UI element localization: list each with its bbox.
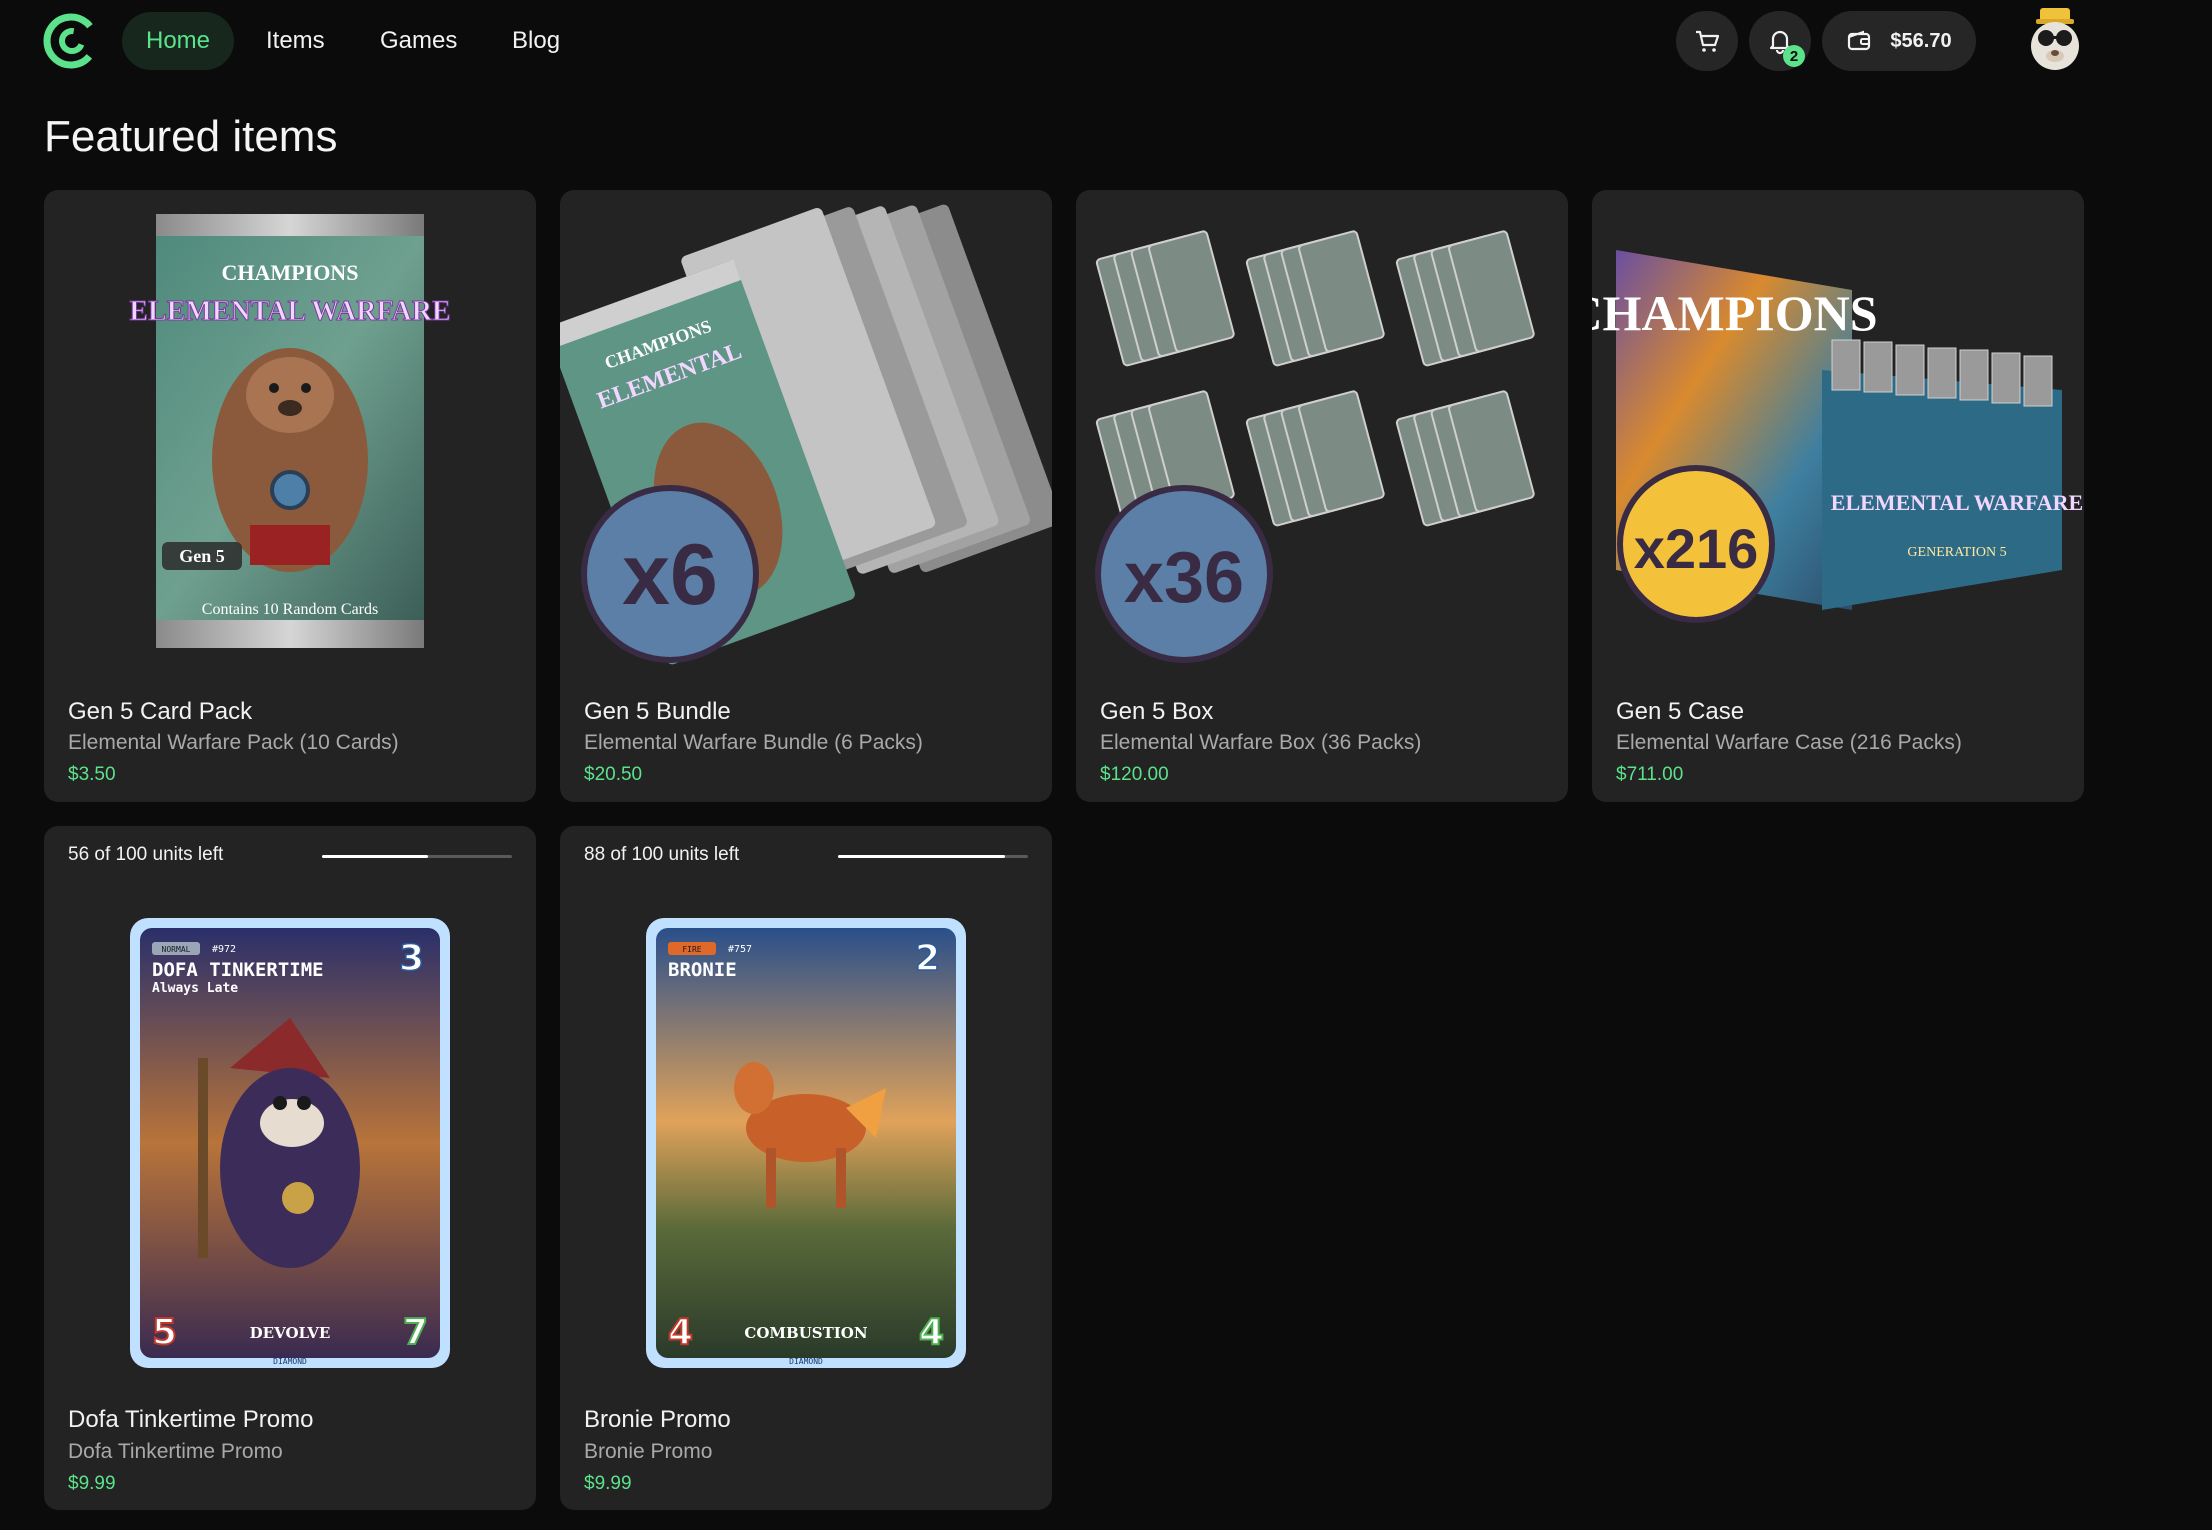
card-ability: COMBUSTION bbox=[744, 1324, 867, 1342]
notifications-button[interactable]: 2 bbox=[1749, 11, 1811, 71]
product-subtitle: Elemental Warfare Box (36 Packs) bbox=[1100, 731, 1422, 754]
box-image: x36 bbox=[1095, 230, 1535, 663]
card-health: 7 bbox=[403, 1312, 428, 1353]
case-title-text: ELEMENTAL WARFARE bbox=[1831, 490, 2083, 515]
product-price: $120.00 bbox=[1100, 764, 1169, 785]
stock-progress-bar bbox=[838, 855, 1028, 858]
card-title: DOFA TINKERTIME bbox=[152, 959, 324, 981]
nav-items[interactable]: Items bbox=[242, 12, 349, 70]
product-subtitle: Bronie Promo bbox=[584, 1440, 713, 1463]
brand-logo-icon[interactable] bbox=[42, 12, 100, 70]
product-price: $9.99 bbox=[68, 1473, 116, 1494]
product-name[interactable]: Gen 5 Box bbox=[1100, 698, 1213, 726]
cart-icon bbox=[1696, 30, 1720, 52]
promo-card-art: FIRE #757 BRONIE 2 4 COMBUSTION 4 DIAMON… bbox=[646, 918, 966, 1368]
product-price: $711.00 bbox=[1616, 764, 1684, 785]
page-title: Featured items bbox=[44, 112, 338, 161]
case-brand-text: CHAMPIONS bbox=[1592, 285, 1878, 341]
product-price: $9.99 bbox=[584, 1473, 632, 1494]
card-title: BRONIE bbox=[668, 959, 737, 981]
wallet-icon bbox=[1848, 30, 1871, 51]
user-avatar[interactable] bbox=[2020, 4, 2090, 74]
card-tagline: Always Late bbox=[152, 981, 238, 996]
pack-gen-text: Gen 5 bbox=[179, 546, 225, 566]
card-type-tag: NORMAL bbox=[162, 945, 191, 954]
pack-title-text: ELEMENTAL WARFARE bbox=[129, 296, 450, 327]
stock-remaining-label: 56 of 100 units left bbox=[68, 844, 224, 865]
promo-card-bronie[interactable]: 88 of 100 units left FIRE #757 BRONIE 2 … bbox=[560, 826, 1052, 1510]
cart-button[interactable] bbox=[1676, 11, 1738, 71]
card-number: #972 bbox=[212, 944, 236, 955]
stock-progress-fill bbox=[322, 855, 429, 858]
bundle-multiplier-badge: x6 bbox=[622, 527, 718, 623]
product-subtitle: Elemental Warfare Bundle (6 Packs) bbox=[584, 731, 923, 754]
nav-home[interactable]: Home bbox=[122, 12, 235, 70]
card-ability: DEVOLVE bbox=[250, 1324, 331, 1342]
box-multiplier-badge: x36 bbox=[1124, 538, 1244, 618]
case-multiplier-badge: x216 bbox=[1634, 517, 1759, 580]
promo-card-art: NORMAL #972 DOFA TINKERTIME Always Late … bbox=[130, 918, 450, 1368]
card-rarity: DIAMOND bbox=[789, 1357, 823, 1366]
product-card-box[interactable]: x36 Gen 5 Box Elemental Warfare Box (36 … bbox=[1076, 190, 1568, 802]
product-price: $3.50 bbox=[68, 764, 116, 785]
stock-remaining-label: 88 of 100 units left bbox=[584, 844, 740, 865]
stock-progress-bar bbox=[322, 855, 512, 858]
nav-blog[interactable]: Blog bbox=[488, 12, 584, 70]
wallet-balance: $56.70 bbox=[1890, 29, 1952, 52]
product-card-pack[interactable]: CHAMPIONS ELEMENTAL WARFARE Gen 5 Contai… bbox=[44, 190, 536, 802]
product-card-bundle[interactable]: CHAMPIONS ELEMENTAL x6 Gen 5 Bundle Elem… bbox=[560, 190, 1052, 802]
pack-brand-text: CHAMPIONS bbox=[222, 260, 359, 285]
product-name[interactable]: Dofa Tinkertime Promo bbox=[68, 1406, 313, 1434]
case-image: CHAMPIONS ELEMENTAL WARFARE GENERATION 5… bbox=[1592, 250, 2083, 623]
card-health: 4 bbox=[919, 1312, 944, 1353]
product-card-case[interactable]: CHAMPIONS ELEMENTAL WARFARE GENERATION 5… bbox=[1592, 190, 2084, 802]
promo-card-dofa[interactable]: 56 of 100 units left NORMAL #972 DOFA TI… bbox=[44, 826, 536, 1510]
product-name[interactable]: Gen 5 Case bbox=[1616, 698, 1744, 726]
product-subtitle: Elemental Warfare Pack (10 Cards) bbox=[68, 731, 399, 754]
card-cost: 2 bbox=[915, 938, 940, 979]
notification-count-badge: 2 bbox=[1783, 45, 1805, 67]
nav-games[interactable]: Games bbox=[356, 12, 481, 70]
bundle-image: CHAMPIONS ELEMENTAL x6 bbox=[560, 204, 1052, 665]
case-gen-text: GENERATION 5 bbox=[1907, 545, 2006, 560]
card-type-tag: FIRE bbox=[682, 945, 701, 954]
wallet-button[interactable]: $56.70 bbox=[1822, 11, 1976, 71]
product-price: $20.50 bbox=[584, 764, 643, 785]
card-attack: 4 bbox=[668, 1312, 693, 1353]
card-attack: 5 bbox=[152, 1312, 177, 1353]
card-rarity: DIAMOND bbox=[273, 1357, 307, 1366]
stock-progress-fill bbox=[838, 855, 1006, 858]
product-name[interactable]: Gen 5 Card Pack bbox=[68, 698, 252, 726]
product-name[interactable]: Bronie Promo bbox=[584, 1406, 731, 1434]
card-number: #757 bbox=[728, 944, 752, 955]
product-subtitle: Elemental Warfare Case (216 Packs) bbox=[1616, 731, 1962, 754]
top-nav: Home Items Games Blog 2 $56.70 bbox=[0, 0, 2212, 80]
product-subtitle: Dofa Tinkertime Promo bbox=[68, 1440, 283, 1463]
card-cost: 3 bbox=[399, 938, 424, 979]
product-name[interactable]: Gen 5 Bundle bbox=[584, 698, 731, 726]
card-pack-image: CHAMPIONS ELEMENTAL WARFARE Gen 5 Contai… bbox=[129, 214, 451, 648]
pack-footer-text: Contains 10 Random Cards bbox=[202, 601, 378, 618]
